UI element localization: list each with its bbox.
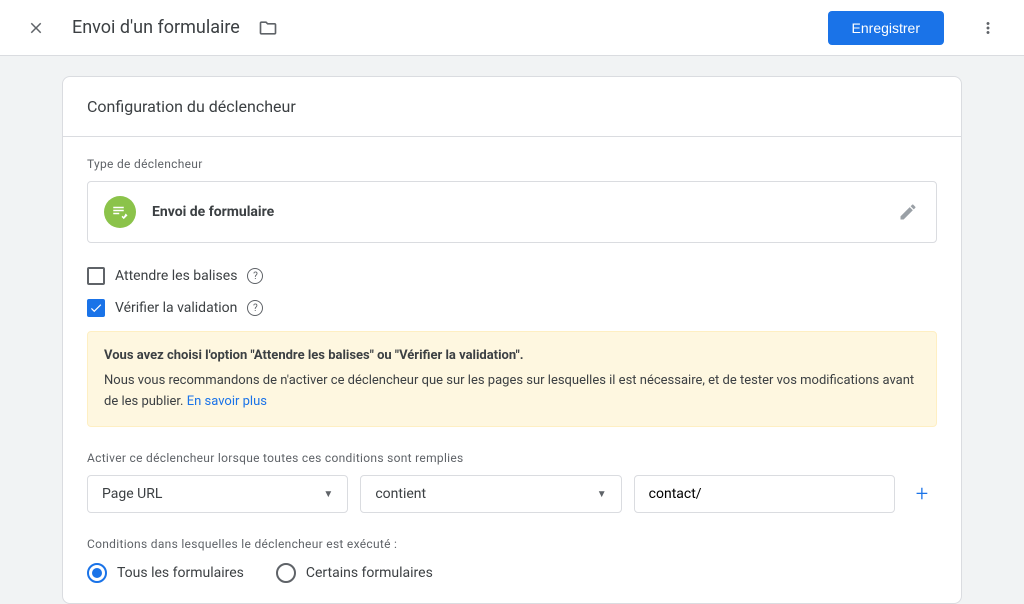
radio-some-forms[interactable]: Certains formulaires (276, 563, 433, 583)
folder-icon[interactable] (256, 16, 280, 40)
form-submit-icon (104, 196, 136, 228)
close-button[interactable] (16, 8, 56, 48)
header-bar: Envoi d'un formulaire Enregistrer (0, 0, 1024, 56)
check-validation-checkbox[interactable] (87, 299, 105, 317)
wait-for-tags-checkbox[interactable] (87, 267, 105, 285)
radio-some-forms-input (276, 563, 296, 583)
radio-all-forms[interactable]: Tous les formulaires (87, 563, 244, 583)
radio-some-forms-label: Certains formulaires (306, 565, 433, 581)
check-validation-row: Vérifier la validation ? (87, 299, 937, 317)
chevron-down-icon: ▼ (323, 489, 333, 500)
condition-value-input[interactable] (634, 475, 895, 513)
save-button[interactable]: Enregistrer (828, 11, 944, 45)
fires-on-section: Conditions dans lesquelles le déclencheu… (87, 537, 937, 583)
add-condition-button[interactable]: + (907, 482, 937, 507)
trigger-type-label: Type de déclencheur (87, 157, 937, 171)
more-vert-icon (979, 19, 997, 37)
trigger-type-box: Envoi de formulaire (87, 181, 937, 243)
conditions-label: Activer ce déclencheur lorsque toutes ce… (87, 451, 937, 465)
chevron-down-icon: ▼ (597, 489, 607, 500)
operator-select-value: contient (375, 486, 426, 502)
more-button[interactable] (968, 8, 1008, 48)
help-icon[interactable]: ? (247, 300, 263, 316)
wait-for-tags-label: Attendre les balises (115, 268, 237, 284)
radio-all-forms-label: Tous les formulaires (117, 565, 244, 581)
checkmark-icon (89, 301, 103, 315)
learn-more-link[interactable]: En savoir plus (187, 394, 267, 409)
check-validation-label: Vérifier la validation (115, 300, 237, 316)
wait-for-tags-row: Attendre les balises ? (87, 267, 937, 285)
close-icon (27, 19, 45, 37)
warning-box: Vous avez choisi l'option "Attendre les … (87, 331, 937, 427)
trigger-card: Configuration du déclencheur Type de déc… (62, 76, 962, 604)
variable-select-value: Page URL (102, 486, 162, 502)
operator-select[interactable]: contient ▼ (360, 475, 621, 513)
pencil-icon (898, 202, 918, 222)
page-title: Envoi d'un formulaire (72, 17, 240, 38)
warning-title: Vous avez choisi l'option "Attendre les … (104, 346, 920, 367)
card-title: Configuration du déclencheur (63, 77, 961, 137)
variable-select[interactable]: Page URL ▼ (87, 475, 348, 513)
fires-on-label: Conditions dans lesquelles le déclencheu… (87, 537, 937, 551)
help-icon[interactable]: ? (247, 268, 263, 284)
radio-all-forms-input (87, 563, 107, 583)
condition-row: Page URL ▼ contient ▼ + (87, 475, 937, 513)
trigger-name: Envoi de formulaire (152, 204, 880, 220)
edit-trigger-button[interactable] (896, 200, 920, 224)
